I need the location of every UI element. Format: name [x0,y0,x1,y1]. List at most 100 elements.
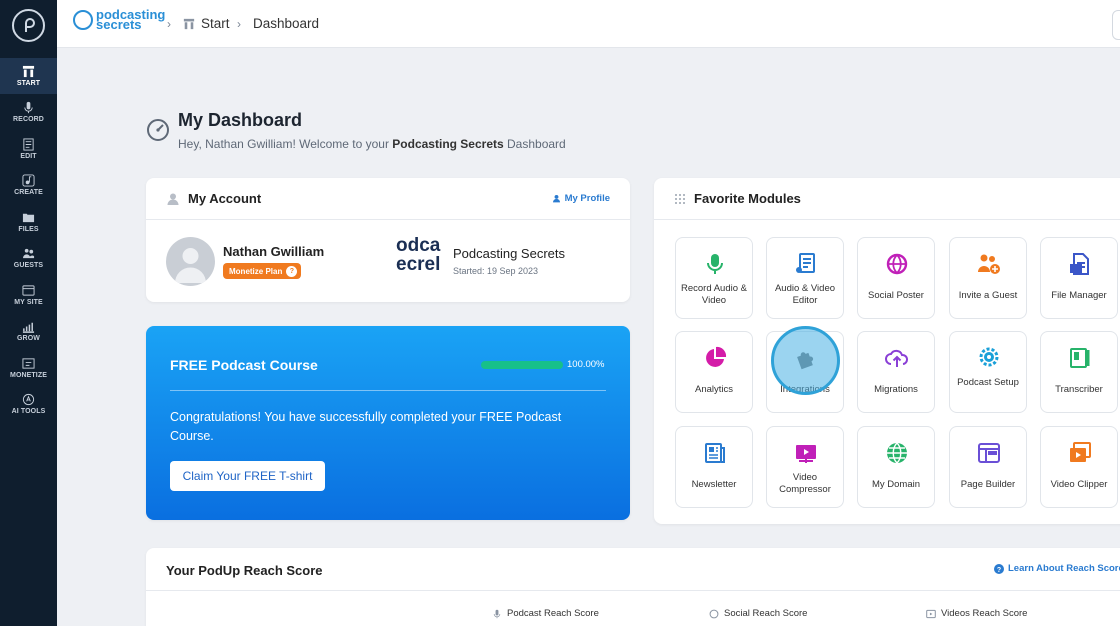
transcriber-icon [1070,348,1090,368]
avatar[interactable] [166,237,215,286]
app-logo-icon[interactable] [12,9,45,42]
learn-reach-score-link[interactable]: ? Learn About Reach Score [994,563,1120,574]
module-file-manager[interactable]: File Manager [1040,237,1118,319]
my-account-card: My Account My Profile Nathan Gwilliam Mo… [146,178,630,302]
sidebar-item-files[interactable]: FILES [0,204,57,240]
podcast-name[interactable]: Podcasting Secrets [453,246,565,261]
sidebar-item-label: RECORD [13,116,44,123]
module-label: Video Clipper [1050,479,1108,490]
breadcrumb-start-label: Start [201,16,230,31]
microphone-icon [493,609,501,618]
video-clipper-icon [1070,442,1091,462]
my-profile-link[interactable]: My Profile [552,193,610,204]
svg-text:?: ? [997,567,1001,574]
module-migrations[interactable]: Migrations [857,331,935,413]
avatar-placeholder-icon [175,248,206,283]
module-page-builder[interactable]: Page Builder [949,426,1027,508]
module-label: My Domain [871,479,921,490]
cloud-upload-icon [885,349,909,367]
breadcrumb-start[interactable]: Start [183,16,230,31]
files-icon [22,213,35,223]
sidebar-item-start[interactable]: START [0,58,57,94]
module-label: Social Poster [868,290,924,301]
monetize-icon [22,358,35,369]
module-video-clipper[interactable]: Video Clipper [1040,426,1118,508]
course-message: Congratulations! You have successfully c… [170,410,562,443]
sidebar-item-label: AI TOOLS [11,408,46,415]
module-label: Integrations [780,384,830,395]
topbar-edge-button[interactable] [1112,10,1120,40]
module-my-domain[interactable]: My Domain [857,426,935,508]
sidebar: START RECORD EDIT CREATE FILES GUESTS MY… [0,0,57,626]
breadcrumb-current: Dashboard [253,16,320,31]
reach-score-card: Your PodUp Reach Score ? Learn About Rea… [146,548,1120,626]
module-video-compressor[interactable]: Video Compressor [766,426,844,508]
chat-bubble-icon [709,609,719,618]
sidebar-item-record[interactable]: RECORD [0,94,57,130]
module-label: Video Compressor [779,472,831,495]
module-podcast-setup[interactable]: Podcast Setup [949,331,1027,413]
sidebar-item-label: GUESTS [13,262,44,269]
module-label: Transcriber [1055,384,1103,395]
module-audio-video-editor[interactable]: Audio & Video Editor [766,237,844,319]
plan-label: Monetize Plan [229,266,283,276]
chevron-right-icon: › [237,17,241,31]
module-transcriber[interactable]: Transcriber [1040,331,1118,413]
edit-icon [23,138,34,151]
module-integrations[interactable]: Integrations [766,331,844,413]
file-manager-icon [1070,253,1089,275]
setup-gear-icon [979,347,999,367]
divider [146,590,1120,591]
my-account-title: My Account [188,191,262,206]
guests-icon [22,248,35,259]
puzzle-icon [797,352,814,370]
speedometer-icon [147,119,169,141]
sidebar-item-grow[interactable]: GROW [0,313,57,349]
favorite-modules-title: Favorite Modules [694,191,801,206]
module-label: Page Builder [960,479,1016,490]
start-icon [183,18,195,29]
module-label: Podcast Setup [957,377,1019,388]
divider [170,390,606,391]
site-icon [22,285,35,296]
video-compressor-icon [796,445,816,463]
favorite-modules-card: Favorite Modules Record Audio & Video Au… [654,178,1120,524]
brand-logo[interactable]: podcasting secrets [73,8,165,31]
user-icon [167,193,179,205]
social-reach-score-label: Social Reach Score [709,608,807,619]
invite-guest-icon [978,254,1000,274]
sidebar-item-label: MY SITE [14,299,43,306]
course-progress-text: 100.00% [567,359,605,370]
sidebar-item-label: FILES [18,226,39,233]
module-label: Newsletter [691,479,737,490]
page-title: My Dashboard [178,110,303,130]
topbar: podcasting secrets › Start › Dashboard [57,0,1120,48]
sidebar-item-label: CREATE [14,189,43,196]
module-record-audio-video[interactable]: Record Audio & Video [675,237,753,319]
chart-icon [22,322,35,333]
podcast-logo[interactable]: odca ecrel [396,236,446,274]
course-title: FREE Podcast Course [170,357,318,373]
sidebar-item-create[interactable]: CREATE [0,167,57,203]
sidebar-item-monetize[interactable]: MONETIZE [0,350,57,386]
sidebar-item-label: EDIT [20,153,37,160]
module-invite-guest[interactable]: Invite a Guest [949,237,1027,319]
sidebar-item-guests[interactable]: GUESTS [0,240,57,276]
module-social-poster[interactable]: Social Poster [857,237,935,319]
user-icon [552,194,560,203]
videos-reach-score-label: Videos Reach Score [926,608,1027,619]
module-newsletter[interactable]: Newsletter [675,426,753,508]
sidebar-item-my-site[interactable]: MY SITE [0,277,57,313]
help-icon[interactable]: ? [286,265,298,277]
free-course-card: FREE Podcast Course 100.00% Congratulati… [146,326,630,520]
sidebar-item-edit[interactable]: EDIT [0,131,57,167]
plan-badge[interactable]: Monetize Plan ? [223,263,302,279]
sidebar-item-label: START [16,80,41,87]
sidebar-item-label: GROW [17,335,40,342]
module-label: Audio & Video Editor [774,283,836,306]
module-analytics[interactable]: Analytics [675,331,753,413]
claim-tshirt-button[interactable]: Claim Your FREE T-shirt [170,461,325,491]
sidebar-item-ai-tools[interactable]: AI TOOLS [0,386,57,422]
music-note-icon [22,174,35,187]
course-progress-bar [481,361,563,369]
